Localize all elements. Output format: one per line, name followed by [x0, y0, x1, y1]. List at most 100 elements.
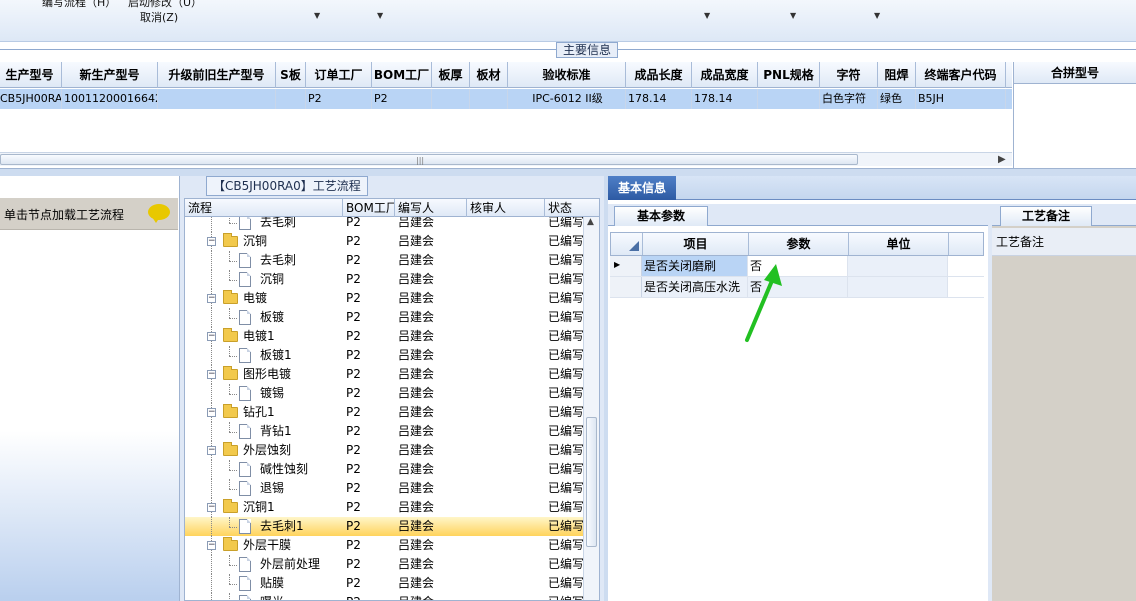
tree-node-label[interactable]: 曝光 [260, 593, 284, 600]
main-col-header[interactable]: 板材 [470, 62, 508, 88]
tree-row[interactable]: 外层前处理 P2 吕建会 已编写 [185, 555, 584, 574]
tree-node-label[interactable]: 电镀 [243, 289, 267, 308]
process-cell-bom: P2 [346, 386, 361, 400]
col-param[interactable]: 参数 [749, 233, 849, 255]
collapse-icon[interactable]: − [207, 237, 216, 246]
table-row[interactable]: CB5JH00RA010011200016642 P2P2 IPC-6012 II级… [0, 89, 1012, 109]
process-cell-reviewer [470, 536, 545, 555]
scrollbar-thumb[interactable] [0, 154, 858, 165]
tree-row[interactable]: 背钻1 P2 吕建会 已编写 [185, 422, 584, 441]
tree-row[interactable]: − 电镀1 P2 吕建会 已编写 [185, 327, 584, 346]
col-writer[interactable]: 编写人 [395, 199, 467, 217]
main-col-header[interactable]: S板 [276, 62, 306, 88]
splitter[interactable] [0, 168, 1136, 176]
tree-row[interactable]: − 沉铜1 P2 吕建会 已编写 [185, 498, 584, 517]
tree-row[interactable]: − 图形电镀 P2 吕建会 已编写 [185, 365, 584, 384]
scroll-right-icon[interactable]: ▶ [998, 154, 1006, 165]
col-item[interactable]: 项目 [643, 233, 749, 255]
col-bom-factory[interactable]: BOM工厂 [343, 199, 395, 217]
main-col-header[interactable]: PNL规格 [758, 62, 820, 88]
col-process[interactable]: 流程 [185, 199, 343, 217]
main-col-header[interactable]: 终端客户代码 [916, 62, 1006, 88]
dropdown-caret-icon[interactable]: ▼ [377, 11, 383, 20]
main-col-header[interactable]: 验收标准 [508, 62, 626, 88]
tree-row[interactable]: 去毛刺1 P2 吕建会 已编写 [185, 517, 584, 536]
collapse-icon[interactable]: − [207, 370, 216, 379]
tree-node-label[interactable]: 外层蚀刻 [243, 441, 291, 460]
horizontal-scrollbar[interactable]: ||| ▶ [0, 152, 1012, 166]
tree-node-label[interactable]: 外层前处理 [260, 555, 320, 574]
tree-row[interactable]: 曝光P2吕建会已编写 [185, 593, 584, 600]
dropdown-caret-icon[interactable]: ▼ [314, 11, 320, 20]
main-col-header[interactable]: 板厚 [432, 62, 470, 88]
param-unit[interactable] [848, 277, 948, 297]
tree-row[interactable]: − 电镀 P2 吕建会 已编写 [185, 289, 584, 308]
tree-row[interactable]: 沉铜 P2 吕建会 已编写 [185, 270, 584, 289]
tree-node-label[interactable]: 外层干膜 [243, 536, 291, 555]
param-unit[interactable] [848, 256, 948, 276]
tree-node-label[interactable]: 沉铜1 [243, 498, 275, 517]
tree-node-label[interactable]: 沉铜 [243, 232, 267, 251]
tree-row[interactable]: 碱性蚀刻 P2 吕建会 已编写 [185, 460, 584, 479]
tree-node-label[interactable]: 电镀1 [243, 327, 275, 346]
col-status[interactable]: 状态 [545, 199, 599, 217]
tree-row[interactable]: − 外层干膜 P2 吕建会 已编写 [185, 536, 584, 555]
tree-row[interactable]: − 外层蚀刻 P2 吕建会 已编写 [185, 441, 584, 460]
dropdown-caret-icon[interactable]: ▼ [874, 11, 880, 20]
col-unit[interactable]: 单位 [849, 233, 949, 255]
tree-row[interactable]: − 沉铜 P2 吕建会 已编写 [185, 232, 584, 251]
main-col-header[interactable]: 成品宽度 [692, 62, 758, 88]
main-col-header[interactable]: 新生产型号 [62, 62, 158, 88]
tab-basic-info[interactable]: 基本信息 [608, 176, 676, 200]
collapse-icon[interactable]: − [207, 294, 216, 303]
dropdown-caret-icon[interactable]: ▼ [704, 11, 710, 20]
process-cell-bom: P2 [346, 405, 361, 419]
tree-node-label[interactable]: 钻孔1 [243, 403, 275, 422]
tree-row[interactable]: 贴膜 P2 吕建会 已编写 [185, 574, 584, 593]
main-col-header[interactable]: 生产型号 [0, 62, 62, 88]
cancel-button[interactable]: 取消(Z) [140, 9, 178, 25]
table-row[interactable]: 是否关闭高压水洗 否 [610, 277, 984, 298]
main-col-header[interactable]: 订单工厂 [306, 62, 372, 88]
collapse-icon[interactable]: − [207, 446, 216, 455]
tree-row[interactable]: 去毛刺 P2 吕建会 已编写 [185, 251, 584, 270]
write-process-button[interactable]: 编写流程（H） [42, 0, 116, 10]
main-col-header[interactable]: 成品长度 [626, 62, 692, 88]
dropdown-caret-icon[interactable]: ▼ [790, 11, 796, 20]
collapse-icon[interactable]: − [207, 503, 216, 512]
left-panel: 单击节点加载工艺流程 [0, 176, 180, 601]
tree-row[interactable]: 板镀1 P2 吕建会 已编写 [185, 346, 584, 365]
tab-process-remark[interactable]: 工艺备注 [1000, 206, 1092, 226]
tree-row[interactable]: − 钻孔1 P2 吕建会 已编写 [185, 403, 584, 422]
tree-node-label[interactable]: 贴膜 [260, 574, 284, 593]
tree-node-label[interactable]: 碱性蚀刻 [260, 460, 308, 479]
main-col-header[interactable]: 字符 [820, 62, 878, 88]
collapse-icon[interactable]: − [207, 541, 216, 550]
vertical-scrollbar[interactable]: ▲ [583, 217, 599, 600]
tree-node-label[interactable]: 镀锡 [260, 384, 284, 403]
main-col-header[interactable]: BOM工厂 [372, 62, 432, 88]
collapse-icon[interactable]: − [207, 408, 216, 417]
tree-node-label[interactable]: 退锡 [260, 479, 284, 498]
table-row[interactable]: ▶ 是否关闭磨刷 否 [610, 256, 984, 277]
main-col-header[interactable]: 升级前旧生产型号 [158, 62, 276, 88]
col-reviewer[interactable]: 核审人 [467, 199, 545, 217]
tree-row[interactable]: 退锡 P2 吕建会 已编写 [185, 479, 584, 498]
scrollbar-thumb[interactable] [586, 417, 597, 547]
tree-row[interactable]: 板镀 P2 吕建会 已编写 [185, 308, 584, 327]
tree-node-label[interactable]: 背钻1 [260, 422, 292, 441]
tree-node-label[interactable]: 去毛刺 [260, 251, 296, 270]
process-cell-reviewer [470, 365, 545, 384]
collapse-icon[interactable]: − [207, 332, 216, 341]
tree-node-label[interactable]: 板镀 [260, 308, 284, 327]
process-cell-bom: P2 [346, 481, 361, 495]
tree-node-label[interactable]: 图形电镀 [243, 365, 291, 384]
tree-node-label[interactable]: 去毛刺1 [260, 517, 304, 536]
tree-row[interactable]: 镀锡 P2 吕建会 已编写 [185, 384, 584, 403]
tab-basic-params[interactable]: 基本参数 [614, 206, 708, 226]
process-cell-reviewer [470, 289, 545, 308]
tree-node-label[interactable]: 沉铜 [260, 270, 284, 289]
tree-node-label[interactable]: 板镀1 [260, 346, 292, 365]
main-col-header[interactable]: 阻焊 [878, 62, 916, 88]
scroll-up-icon[interactable]: ▲ [587, 217, 594, 227]
